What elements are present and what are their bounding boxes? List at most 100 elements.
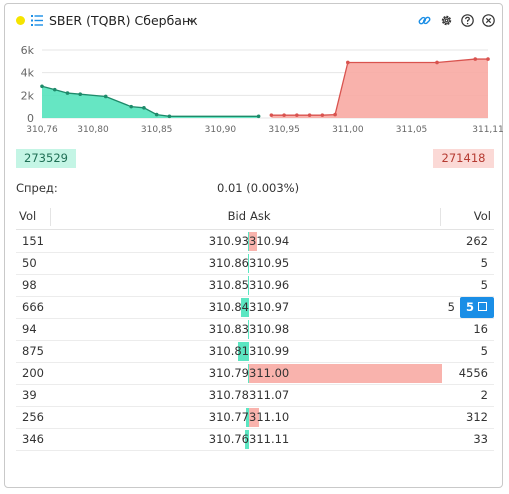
bid-price[interactable]: 310.84 bbox=[209, 300, 249, 315]
x-tick-label: 311,00 bbox=[332, 125, 364, 135]
bid-price[interactable]: 310.81 bbox=[209, 344, 249, 359]
depth-point bbox=[333, 112, 337, 117]
bid-volume: 94 bbox=[22, 322, 37, 336]
depth-chart: 0 2k 4k 6k 310,76 310,80 310,85 310,90 310,95 311… bbox=[21, 44, 504, 135]
ask-price[interactable]: 310.99 bbox=[249, 344, 289, 359]
depth-point bbox=[435, 60, 439, 65]
depth-point bbox=[282, 113, 286, 117]
help-icon[interactable] bbox=[461, 14, 474, 27]
y-tick-label: 2k bbox=[21, 89, 35, 102]
depth-point bbox=[78, 92, 83, 96]
bid-volume: 256 bbox=[22, 410, 44, 424]
orderbook-row[interactable]: 200 310.79 311.00 4556 bbox=[16, 363, 494, 385]
ask-volume: 5 bbox=[480, 256, 488, 270]
ask-price[interactable]: 310.96 bbox=[249, 278, 289, 293]
bid-price[interactable]: 310.93 bbox=[209, 234, 249, 249]
orderbook-widget: SBER (TQBR) Сбербанк 0 2k 4k 6k 310,76 310,80… bbox=[4, 3, 504, 488]
depth-point bbox=[40, 84, 44, 89]
bid-price[interactable]: 310.79 bbox=[209, 366, 249, 381]
ask-volume: 5 bbox=[480, 278, 488, 292]
ask-depth-area bbox=[271, 59, 488, 118]
orderbook-row[interactable]: 94 310.83 310.98 16 bbox=[16, 319, 494, 341]
ask-volume: 5 bbox=[480, 344, 488, 358]
chevron-down-icon[interactable] bbox=[187, 17, 197, 24]
bid-price[interactable]: 310.85 bbox=[209, 278, 249, 293]
bid-price[interactable]: 310.86 bbox=[209, 256, 249, 271]
x-tick-label: 310,95 bbox=[268, 125, 300, 135]
bid-volume: 151 bbox=[22, 234, 44, 248]
x-tick-label: 310,85 bbox=[141, 125, 173, 135]
depth-point bbox=[486, 57, 490, 61]
ask-volume: 262 bbox=[466, 234, 488, 248]
column-divider[interactable] bbox=[440, 208, 441, 226]
depth-point bbox=[52, 87, 57, 92]
x-tick-label: 310,80 bbox=[77, 125, 109, 135]
bid-volume: 666 bbox=[22, 300, 44, 314]
link-icon[interactable] bbox=[418, 14, 431, 27]
orderbook-row[interactable]: 666 310.84 310.97 5 5 bbox=[16, 297, 494, 319]
gear-icon[interactable] bbox=[440, 14, 453, 27]
y-tick-label: 0 bbox=[27, 112, 34, 125]
ask-price[interactable]: 310.95 bbox=[249, 256, 289, 271]
ask-price[interactable]: 310.98 bbox=[249, 322, 289, 337]
depth-point bbox=[129, 104, 133, 109]
depth-point bbox=[320, 113, 325, 117]
ask-volume: 33 bbox=[473, 432, 488, 446]
depth-point bbox=[295, 113, 299, 117]
x-tick-label: 311,11 bbox=[472, 125, 504, 135]
x-tick-label: 310,90 bbox=[205, 125, 237, 135]
list-icon[interactable] bbox=[31, 15, 43, 26]
depth-point bbox=[256, 114, 261, 119]
bid-price[interactable]: 310.77 bbox=[209, 410, 249, 425]
column-divider[interactable] bbox=[50, 208, 51, 226]
y-tick-label: 6k bbox=[21, 44, 35, 57]
quick-order-button-label: 5 bbox=[466, 300, 475, 314]
depth-point bbox=[346, 60, 350, 65]
spread-value: 0.01 (0.003%) bbox=[217, 181, 300, 195]
header-bid-vol: Vol bbox=[19, 209, 37, 223]
bid-volume: 39 bbox=[22, 388, 37, 402]
depth-point bbox=[167, 114, 172, 119]
close-icon[interactable] bbox=[482, 14, 495, 27]
ask-volume: 2 bbox=[480, 388, 488, 402]
depth-point bbox=[142, 106, 146, 110]
bid-volume: 200 bbox=[22, 366, 44, 380]
ask-price[interactable]: 311.11 bbox=[249, 432, 289, 447]
orderbook-header: Vol Bid Ask Vol bbox=[16, 204, 494, 230]
bid-volume: 50 bbox=[22, 256, 37, 270]
depth-point bbox=[103, 94, 108, 99]
link-color-indicator[interactable] bbox=[16, 16, 25, 25]
x-tick-label: 310,76 bbox=[26, 125, 58, 135]
ask-price[interactable]: 310.97 bbox=[249, 300, 289, 315]
depth-point bbox=[307, 113, 312, 117]
y-tick-label: 4k bbox=[21, 67, 35, 80]
bid-volume: 875 bbox=[22, 344, 44, 358]
depth-point bbox=[154, 112, 159, 117]
quick-order-volume: 5 bbox=[447, 300, 455, 314]
orderbook-row[interactable]: 346 310.76 311.11 33 bbox=[16, 429, 494, 451]
ask-volume: 4556 bbox=[458, 366, 488, 380]
bid-price[interactable]: 310.76 bbox=[209, 432, 249, 447]
orderbook-row[interactable]: 256 310.77 311.10 312 bbox=[16, 407, 494, 429]
header-ask: Ask bbox=[250, 209, 271, 223]
header-ask-vol: Vol bbox=[473, 209, 491, 223]
orderbook-row[interactable]: 875 310.81 310.99 5 bbox=[16, 341, 494, 363]
bid-price[interactable]: 310.83 bbox=[209, 322, 249, 337]
instrument-title[interactable]: SBER (TQBR) Сбербанк bbox=[49, 13, 198, 28]
x-tick-label: 311,05 bbox=[396, 125, 428, 135]
orderbook-row[interactable]: 151 310.93 310.94 262 bbox=[16, 231, 494, 253]
orderbook-row[interactable]: 98 310.85 310.96 5 bbox=[16, 275, 494, 297]
cancel-order-icon[interactable] bbox=[478, 302, 487, 311]
bid-volume: 98 bbox=[22, 278, 37, 292]
orderbook-row[interactable]: 50 310.86 310.95 5 bbox=[16, 253, 494, 275]
spread-label: Спред: bbox=[16, 181, 58, 195]
bid-depth-area bbox=[42, 86, 259, 118]
bid-price[interactable]: 310.78 bbox=[209, 388, 249, 403]
widget-header: SBER (TQBR) Сбербанк bbox=[5, 4, 502, 38]
orderbook-row[interactable]: 39 310.78 311.07 2 bbox=[16, 385, 494, 407]
quick-order-button[interactable]: 5 bbox=[460, 297, 494, 318]
ask-price[interactable]: 310.94 bbox=[249, 234, 289, 249]
ask-price[interactable]: 311.10 bbox=[249, 410, 289, 425]
ask-price[interactable]: 311.07 bbox=[249, 388, 289, 403]
ask-price[interactable]: 311.00 bbox=[249, 366, 289, 381]
